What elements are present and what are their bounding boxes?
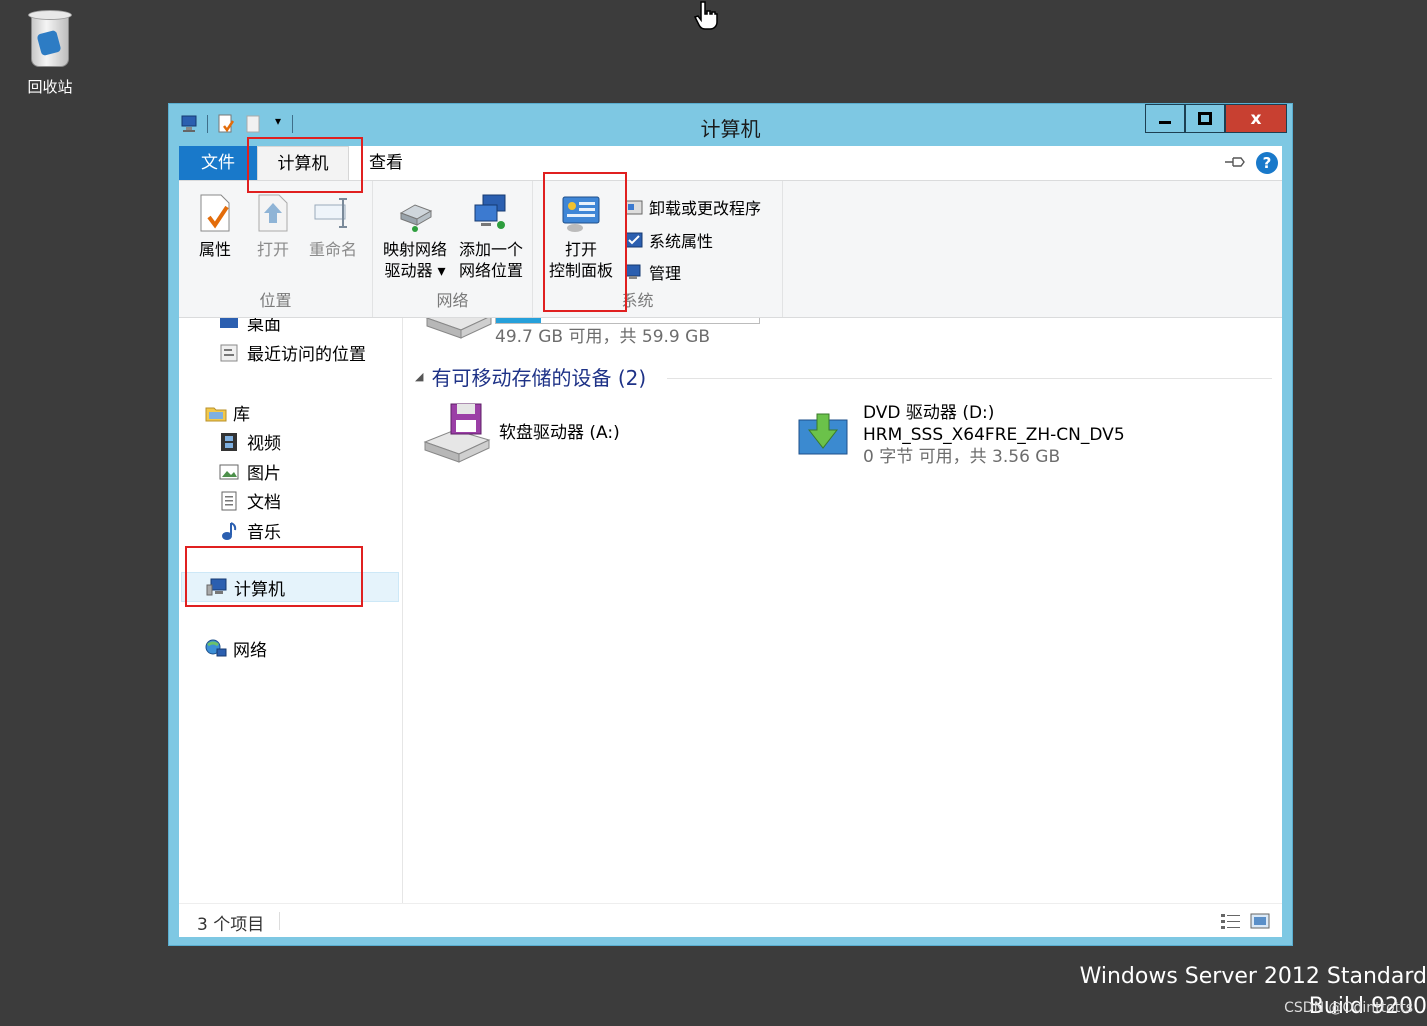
nav-network-label: 网络 bbox=[233, 641, 267, 661]
nav-desktop-label: 桌面 bbox=[247, 318, 281, 335]
floppy-label: 软盘驱动器 (A:) bbox=[499, 423, 620, 443]
recycle-bin[interactable]: 回收站 bbox=[14, 8, 86, 97]
hard-disk-icon bbox=[425, 318, 492, 339]
network-location-icon bbox=[471, 193, 511, 233]
collapse-triangle-icon: ◢ bbox=[415, 370, 424, 383]
dvd-name: DVD 驱动器 (D:) bbox=[863, 403, 995, 423]
videos-icon bbox=[219, 432, 239, 452]
open-button[interactable]: 打开 bbox=[251, 193, 295, 260]
local-disk-usage-fill bbox=[496, 318, 541, 323]
close-button[interactable]: x bbox=[1225, 104, 1287, 133]
system-properties-button[interactable]: 系统属性 bbox=[625, 228, 713, 252]
rename-icon bbox=[313, 193, 353, 233]
documents-icon bbox=[219, 491, 239, 511]
item-count: 3 个项目 bbox=[197, 915, 265, 935]
highlight-box-control-panel bbox=[543, 172, 627, 312]
nav-item-network[interactable]: 网络 bbox=[205, 636, 267, 661]
highlight-box-computer-nav bbox=[185, 546, 363, 607]
highlight-box-computer-tab bbox=[247, 137, 363, 193]
large-icons-view-icon[interactable] bbox=[1250, 912, 1270, 934]
maximize-button[interactable] bbox=[1185, 104, 1225, 133]
manage-icon bbox=[625, 263, 643, 281]
floppy-drive-item[interactable]: 软盘驱动器 (A:) bbox=[421, 402, 620, 464]
map-drive-line2: 驱动器 ▾ bbox=[384, 261, 446, 280]
network-icon bbox=[205, 639, 227, 659]
map-network-drive-button[interactable]: 映射网络 驱动器 ▾ bbox=[379, 193, 451, 281]
nav-item-desktop[interactable]: 桌面 bbox=[219, 318, 281, 335]
nav-item-pictures[interactable]: 图片 bbox=[219, 459, 281, 484]
dvd-space: 0 字节 可用，共 3.56 GB bbox=[863, 447, 1061, 467]
music-icon bbox=[219, 521, 239, 541]
details-view-icon[interactable] bbox=[1220, 912, 1242, 934]
dvd-drive-item[interactable]: DVD 驱动器 (D:) HRM_SSS_X64FRE_ZH-CN_DV5 0 … bbox=[797, 402, 1125, 468]
network-drive-icon bbox=[395, 193, 435, 233]
tab-file[interactable]: 文件 bbox=[179, 146, 257, 180]
explorer-window: ▾ 计算机 x 文件 计算机 查看 ? 属性 打开 重命名 位置 映射网络 驱动… bbox=[168, 103, 1293, 946]
group-divider bbox=[667, 378, 1272, 379]
libraries-icon bbox=[205, 403, 227, 423]
nav-item-documents[interactable]: 文档 bbox=[219, 488, 281, 513]
status-bar: 3 个项目 bbox=[179, 903, 1282, 937]
properties-label: 属性 bbox=[198, 240, 231, 259]
map-drive-line1: 映射网络 bbox=[382, 240, 447, 259]
help-icon[interactable]: ? bbox=[1256, 152, 1278, 174]
recycle-bin-icon bbox=[24, 8, 76, 70]
system-properties-label: 系统属性 bbox=[649, 232, 714, 251]
nav-item-recent[interactable]: 最近访问的位置 bbox=[219, 340, 366, 365]
programs-icon bbox=[625, 198, 643, 216]
ribbon: 属性 打开 重命名 位置 映射网络 驱动器 ▾ 添加一个 网络位置 网络 打开 … bbox=[179, 180, 1282, 318]
local-disk-usage-bar bbox=[495, 318, 760, 324]
desktop-icon bbox=[219, 318, 239, 333]
nav-documents-label: 文档 bbox=[247, 493, 281, 513]
pin-ribbon-icon[interactable] bbox=[1224, 154, 1246, 173]
nav-libraries-label: 库 bbox=[233, 405, 250, 425]
removable-header-label: 有可移动存储的设备 (2) bbox=[431, 366, 647, 390]
nav-music-label: 音乐 bbox=[247, 523, 281, 543]
floppy-drive-icon bbox=[423, 403, 491, 463]
csdn-watermark: CSDN @Odinttotts bbox=[1284, 1000, 1413, 1016]
local-disk-space: 49.7 GB 可用，共 59.9 GB bbox=[495, 327, 710, 347]
uninstall-label: 卸载或更改程序 bbox=[649, 199, 762, 218]
pictures-icon bbox=[219, 462, 239, 482]
open-label: 打开 bbox=[256, 240, 289, 259]
uninstall-program-button[interactable]: 卸载或更改程序 bbox=[625, 195, 761, 219]
nav-pictures-label: 图片 bbox=[247, 464, 281, 484]
content-area: 桌面 最近访问的位置 库 视频 图片 文档 音乐 计算机 网络 49.7 GB … bbox=[179, 318, 1282, 903]
tab-view[interactable]: 查看 bbox=[355, 146, 417, 180]
local-disk-item[interactable] bbox=[423, 318, 493, 350]
system-properties-icon bbox=[625, 231, 643, 249]
manage-button[interactable]: 管理 bbox=[625, 260, 681, 284]
hand-cursor-icon bbox=[693, 1, 718, 30]
removable-group-header[interactable]: ◢ 有可移动存储的设备 (2) bbox=[415, 362, 646, 391]
rename-label: 重命名 bbox=[308, 240, 357, 259]
nav-item-libraries[interactable]: 库 bbox=[205, 400, 250, 425]
nav-videos-label: 视频 bbox=[247, 434, 281, 454]
rename-button[interactable]: 重命名 bbox=[303, 193, 363, 260]
window-controls: x bbox=[1145, 104, 1287, 133]
os-edition: Windows Server 2012 Standard bbox=[1079, 964, 1427, 989]
dvd-volume-label: HRM_SSS_X64FRE_ZH-CN_DV5 bbox=[863, 425, 1125, 445]
minimize-button[interactable] bbox=[1145, 104, 1185, 133]
nav-recent-label: 最近访问的位置 bbox=[247, 345, 366, 365]
group-system-label: 系统 bbox=[621, 291, 654, 310]
nav-item-music[interactable]: 音乐 bbox=[219, 518, 281, 543]
group-location: 属性 打开 重命名 位置 bbox=[179, 181, 373, 317]
main-pane: 49.7 GB 可用，共 59.9 GB ◢ 有可移动存储的设备 (2) 软盘驱… bbox=[403, 318, 1282, 903]
add-location-line2: 网络位置 bbox=[458, 261, 523, 280]
add-location-line1: 添加一个 bbox=[458, 240, 523, 259]
properties-icon bbox=[195, 193, 235, 233]
group-location-label: 位置 bbox=[259, 291, 292, 310]
manage-label: 管理 bbox=[649, 264, 682, 283]
nav-item-videos[interactable]: 视频 bbox=[219, 429, 281, 454]
recycle-bin-label: 回收站 bbox=[27, 78, 73, 96]
dvd-drive-icon bbox=[798, 413, 848, 455]
add-network-location-button[interactable]: 添加一个 网络位置 bbox=[455, 193, 527, 281]
navigation-pane: 桌面 最近访问的位置 库 视频 图片 文档 音乐 计算机 网络 bbox=[179, 318, 403, 903]
properties-button[interactable]: 属性 bbox=[193, 193, 237, 260]
open-icon bbox=[253, 193, 293, 233]
recent-places-icon bbox=[219, 343, 239, 363]
